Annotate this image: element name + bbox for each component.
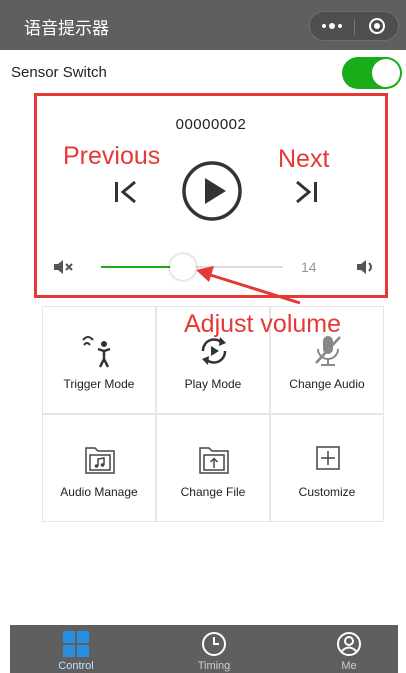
annotation-adjust-volume: Adjust volume — [184, 310, 342, 338]
track-number: 00000002 — [175, 116, 247, 133]
plus-box-icon — [316, 446, 340, 470]
volume-thumb[interactable] — [169, 254, 196, 280]
more-options-button[interactable] — [310, 12, 354, 40]
trigger-mode-icon — [82, 336, 111, 368]
close-miniprogram-button[interactable] — [355, 12, 399, 40]
play-mode-label: Play Mode — [184, 377, 242, 391]
grid-icon — [63, 631, 89, 657]
player-panel: 00000002 14 — [34, 93, 388, 298]
sensor-switch-toggle[interactable] — [342, 57, 402, 89]
bottom-tab-bar: Control Timing Me — [10, 625, 398, 673]
page-title: 语音提示器 — [24, 19, 109, 39]
audio-manage-button[interactable]: Audio Manage — [42, 414, 156, 522]
previous-track-icon[interactable] — [111, 179, 141, 205]
next-track-icon[interactable] — [291, 179, 321, 205]
function-grid: Trigger Mode Play Mode Change Audio Audi… — [42, 306, 384, 522]
toggle-knob — [372, 59, 400, 87]
title-bar: 语音提示器 — [0, 0, 406, 50]
trigger-mode-label: Trigger Mode — [63, 377, 135, 391]
change-audio-label: Change Audio — [289, 377, 365, 391]
play-icon[interactable] — [181, 160, 243, 222]
sensor-switch-label: Sensor Switch — [11, 64, 107, 81]
annotation-next: Next — [278, 145, 330, 173]
trigger-mode-button[interactable]: Trigger Mode — [42, 306, 156, 414]
customize-button[interactable]: Customize — [270, 414, 384, 522]
tab-me[interactable]: Me — [309, 625, 389, 673]
user-icon — [337, 632, 361, 656]
tab-control[interactable]: Control — [36, 625, 116, 673]
audio-manage-label: Audio Manage — [60, 485, 138, 499]
change-file-button[interactable]: Change File — [156, 414, 270, 522]
music-folder-icon — [85, 447, 115, 474]
target-icon — [369, 18, 385, 34]
menu-capsule — [309, 11, 399, 41]
volume-slider[interactable] — [101, 254, 283, 280]
mute-icon[interactable] — [52, 257, 76, 277]
tab-timing-label: Timing — [197, 660, 231, 672]
clock-icon — [202, 632, 226, 656]
volume-value: 14 — [301, 259, 317, 275]
tab-control-label: Control — [58, 660, 94, 672]
upload-folder-icon — [199, 447, 229, 474]
annotation-previous: Previous — [63, 142, 161, 170]
tab-me-label: Me — [341, 660, 357, 672]
customize-label: Customize — [298, 485, 356, 499]
volume-icon[interactable] — [355, 257, 379, 277]
tab-timing[interactable]: Timing — [174, 625, 254, 673]
change-file-label: Change File — [180, 485, 246, 499]
